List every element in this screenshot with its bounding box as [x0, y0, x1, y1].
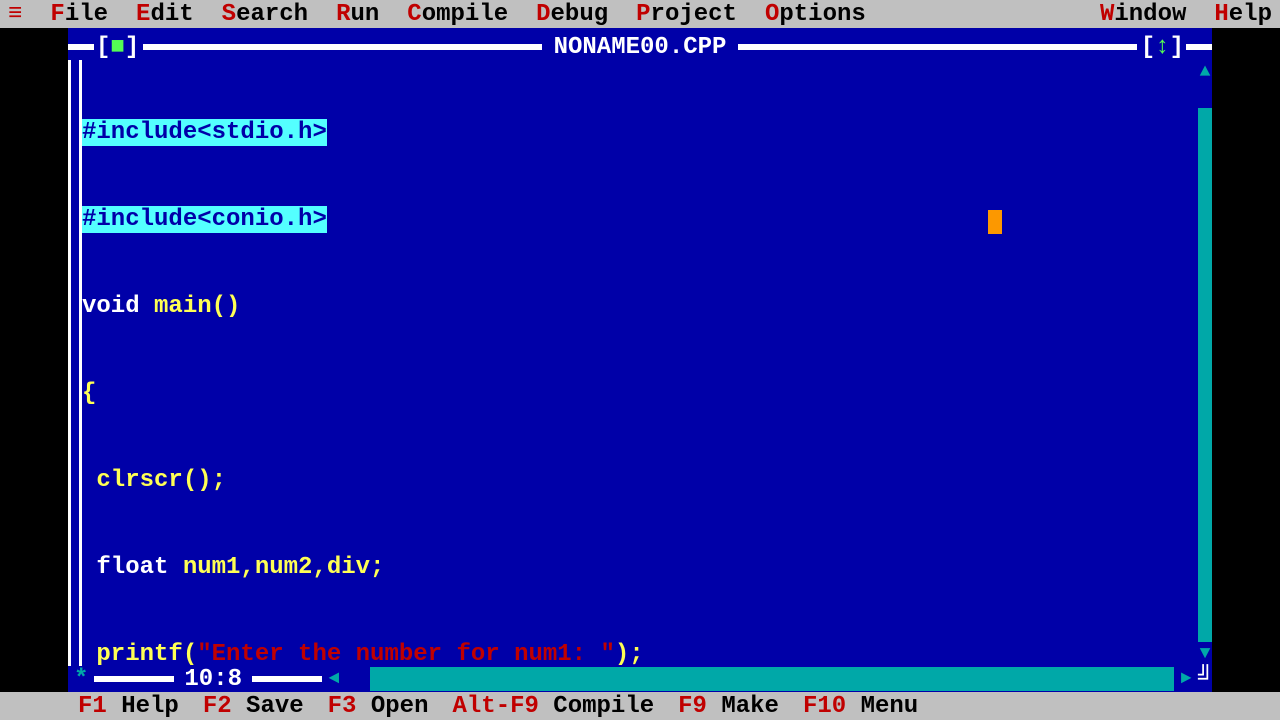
cursor-position: 10:8: [174, 666, 252, 693]
scroll-thumb[interactable]: [346, 667, 370, 691]
menu-debug[interactable]: Debug: [536, 1, 608, 28]
window-title-bar[interactable]: [■] NONAME00.CPP [↕]: [68, 34, 1212, 60]
editor-window: [■] NONAME00.CPP [↕] #include<stdio.h> #…: [68, 28, 1212, 692]
code-line: #include<conio.h>: [82, 206, 327, 233]
code-line: {: [82, 379, 1198, 408]
window-border-bottom: * 10:8 ◄ ► ╝: [68, 666, 1212, 692]
zoom-icon[interactable]: [↕]: [1139, 34, 1186, 60]
menu-project[interactable]: Project: [636, 1, 737, 28]
scroll-right-icon[interactable]: ►: [1174, 667, 1198, 691]
menu-bar: ≡ File Edit Search Run Compile Debug Pro…: [0, 0, 1280, 28]
window-title: NONAME00.CPP: [544, 34, 737, 60]
code-line: printf("Enter the number for num1: ");: [82, 640, 1198, 666]
status-menu[interactable]: F10 Menu: [803, 693, 918, 720]
menu-edit[interactable]: Edit: [136, 1, 194, 28]
status-compile[interactable]: Alt-F9 Compile: [452, 693, 654, 720]
menu-window[interactable]: Window: [1100, 1, 1186, 28]
system-menu-icon[interactable]: ≡: [8, 1, 22, 28]
scroll-up-icon[interactable]: ▲: [1198, 60, 1212, 84]
status-save[interactable]: F2 Save: [203, 693, 304, 720]
modified-indicator: *: [68, 666, 94, 693]
menu-help[interactable]: Help: [1214, 1, 1272, 28]
menu-compile[interactable]: Compile: [407, 1, 508, 28]
menu-search[interactable]: Search: [222, 1, 308, 28]
menu-run[interactable]: Run: [336, 1, 379, 28]
scroll-down-icon[interactable]: ▼: [1198, 642, 1212, 666]
window-border-left: [68, 60, 82, 666]
text-cursor: [988, 210, 1002, 234]
status-make[interactable]: F9 Make: [678, 693, 779, 720]
horizontal-scrollbar[interactable]: ◄ ►: [322, 667, 1198, 691]
scroll-thumb[interactable]: [1198, 84, 1212, 108]
close-icon[interactable]: [■]: [94, 34, 141, 60]
resize-corner-icon[interactable]: ╝: [1198, 666, 1212, 692]
scroll-left-icon[interactable]: ◄: [322, 667, 346, 691]
code-line: #include<stdio.h>: [82, 119, 327, 146]
code-line: void main(): [82, 292, 1198, 321]
menu-file[interactable]: File: [50, 1, 108, 28]
menu-options[interactable]: Options: [765, 1, 866, 28]
vertical-scrollbar[interactable]: ▲ ▼: [1198, 60, 1212, 666]
code-editor[interactable]: #include<stdio.h> #include<conio.h> void…: [82, 60, 1198, 666]
code-line: float num1,num2,div;: [82, 553, 1198, 582]
status-open[interactable]: F3 Open: [328, 693, 429, 720]
code-line: clrscr();: [82, 466, 1198, 495]
status-help[interactable]: F1 Help: [78, 693, 179, 720]
status-bar: F1 Help F2 Save F3 Open Alt-F9 Compile F…: [0, 692, 1280, 720]
